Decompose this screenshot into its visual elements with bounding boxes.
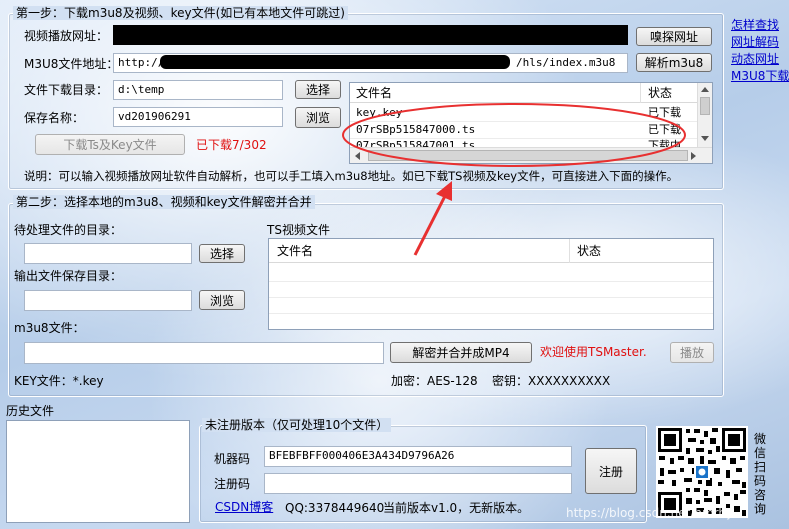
ts-files-label: TS视频文件 (267, 223, 330, 237)
machine-code-label: 机器码 (214, 452, 251, 466)
version-status: 当前版本v1.0，无新版本。 (383, 501, 530, 515)
download-dir-label: 文件下载目录： (24, 83, 109, 97)
save-name-input[interactable]: vd201906291 (113, 107, 283, 127)
m3u8-url-prefix: http:// (118, 56, 165, 69)
column-status[interactable]: 状态 (642, 83, 672, 103)
csdn-blog-link[interactable]: CSDN博客 (215, 500, 273, 515)
key-file-label: KEY文件：*.key (14, 374, 104, 388)
video-url-label: 视频播放网址： (24, 29, 109, 43)
decrypt-merge-button[interactable]: 解密并合并成MP4 (390, 342, 532, 363)
parse-m3u8-button[interactable]: 解析m3u8 (636, 53, 712, 72)
save-name-label: 保存名称： (24, 111, 85, 125)
column-filename[interactable]: 文件名 (350, 83, 392, 103)
register-button[interactable]: 注册 (585, 448, 637, 494)
download-progress-status: 已下载7/302 (196, 138, 267, 152)
m3u8-url-suffix: /hls/index.m3u8 (516, 56, 616, 69)
m3u8-url-label: M3U8文件地址： (24, 57, 119, 71)
play-button[interactable]: 播放 (670, 342, 714, 363)
register-title: 未注册版本（仅可处理10个文件） (202, 418, 392, 432)
machine-code-input[interactable]: BFEBFBFF000406E3A434D9796A26 (264, 446, 572, 467)
m3u8-file-label: m3u8文件： (14, 321, 85, 335)
encryption-label: 加密：AES-128 (391, 374, 478, 388)
wechat-qr-code (656, 426, 748, 518)
step2-title: 第二步：选择本地的m3u8、视频和key文件解密并合并 (13, 195, 315, 209)
output-dir-input[interactable] (24, 290, 192, 311)
pending-dir-input[interactable] (24, 243, 192, 264)
register-code-input[interactable] (264, 473, 572, 494)
register-code-label: 注册码 (214, 477, 251, 491)
scroll-thumb[interactable] (700, 97, 710, 115)
download-file-list[interactable]: 文件名 状态 key.key 已下载 07rSBp515847000.ts 已下… (349, 82, 713, 164)
secret-key-label: 密钥：XXXXXXXXXX (492, 374, 611, 388)
step1-title: 第一步：下载m3u8及视频、key文件(如已有本地文件可跳过) (13, 6, 348, 20)
download-dir-input[interactable]: d:\temp (113, 80, 283, 100)
choose-download-dir-button[interactable]: 选择 (295, 80, 341, 99)
step1-note: 说明：可以输入视频播放网址软件自动解析，也可以手工填入m3u8地址。如已下载TS… (24, 169, 679, 183)
wechat-scan-label: 微信扫码咨询 (754, 432, 767, 516)
download-ts-key-button[interactable]: 下载Ts及Key文件 (35, 134, 185, 155)
browse-output-dir-button[interactable]: 浏览 (199, 290, 245, 310)
file-list-horizontal-scrollbar[interactable] (350, 147, 712, 163)
list-item[interactable]: 07rSBp515847000.ts 已下载 (350, 122, 698, 138)
file-status: 已下载 (648, 123, 681, 136)
sniff-button[interactable]: 嗅探网址 (636, 27, 712, 46)
file-list-vertical-scrollbar[interactable] (697, 83, 712, 147)
link-m3u8-download[interactable]: M3U8下载 (731, 69, 789, 84)
qq-contact: QQ:3378449640 (285, 501, 385, 515)
scroll-thumb-horizontal[interactable] (368, 150, 688, 161)
m3u8-url-redaction (160, 55, 510, 69)
browse-save-button[interactable]: 浏览 (295, 107, 341, 128)
scroll-down-icon[interactable] (701, 136, 709, 141)
link-url-decode[interactable]: 网址解码 (731, 35, 779, 50)
link-how-to-find[interactable]: 怎样查找 (731, 18, 779, 33)
choose-pending-dir-button[interactable]: 选择 (199, 244, 245, 263)
column-status[interactable]: 状态 (571, 239, 601, 263)
column-filename[interactable]: 文件名 (271, 239, 313, 263)
file-name: 07rSBp515847000.ts (356, 123, 476, 136)
ts-file-list[interactable]: 文件名 状态 (268, 238, 714, 330)
file-status: 已下载 (648, 106, 681, 119)
scroll-up-icon[interactable] (701, 87, 709, 92)
watermark: https://blog.csdn.net/hmrhy (566, 506, 734, 520)
file-name: key.key (356, 106, 403, 119)
output-dir-label: 输出文件保存目录： (14, 269, 123, 283)
scroll-left-icon[interactable] (355, 152, 360, 160)
m3u8-file-input[interactable] (24, 342, 384, 364)
welcome-text: 欢迎使用TSMaster. (540, 345, 647, 359)
history-title: 历史文件 (6, 404, 55, 418)
history-file-list[interactable] (6, 420, 190, 523)
pending-dir-label: 待处理文件的目录： (14, 223, 123, 237)
video-url-input[interactable] (113, 25, 628, 45)
list-item[interactable]: key.key 已下载 (350, 105, 698, 121)
scroll-right-icon[interactable] (691, 152, 696, 160)
link-dynamic-url[interactable]: 动态网址 (731, 52, 779, 67)
